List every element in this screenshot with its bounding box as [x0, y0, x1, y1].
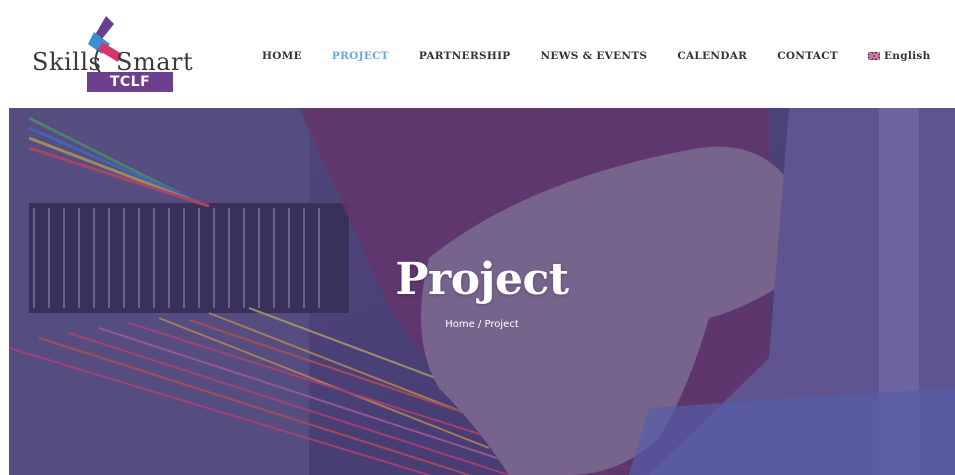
breadcrumb-home-link[interactable]: Home	[445, 319, 475, 330]
nav-language[interactable]: English	[867, 50, 931, 62]
nav-calendar[interactable]: CALENDAR	[677, 50, 747, 62]
nav-home[interactable]: HOME	[262, 50, 302, 62]
site-logo[interactable]: Skills Smart TCLF 2030	[30, 14, 193, 110]
hero-banner: Project Home / Project	[9, 108, 955, 475]
logo-badge: TCLF 2030	[87, 72, 173, 110]
uk-flag-icon	[867, 52, 880, 60]
breadcrumb-current: Project	[484, 319, 519, 330]
nav-contact[interactable]: CONTACT	[777, 50, 838, 62]
nav-news-events[interactable]: NEWS & EVENTS	[541, 50, 648, 62]
nav-language-label: English	[883, 50, 931, 62]
main-nav: HOME PROJECT PARTNERSHIP NEWS & EVENTS C…	[262, 47, 955, 65]
nav-partnership[interactable]: PARTNERSHIP	[419, 50, 511, 62]
site-header: Skills Smart TCLF 2030 HOME PROJECT PART…	[0, 0, 955, 110]
page-title: Project	[395, 254, 569, 305]
nav-project[interactable]: PROJECT	[332, 50, 389, 62]
breadcrumb: Home / Project	[9, 319, 955, 330]
